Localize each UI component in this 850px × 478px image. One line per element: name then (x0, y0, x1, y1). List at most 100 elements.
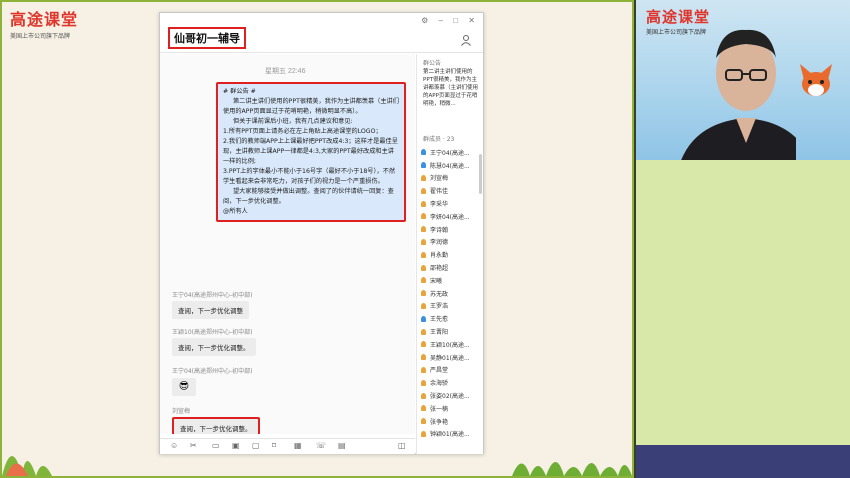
person-icon (421, 174, 426, 181)
message-sender: 王宁04(高途郑州中心-初中部) (172, 292, 253, 299)
group-title: 仙哥初一辅导 (168, 27, 246, 49)
member-name: 吴静01(高途... (430, 354, 470, 362)
history-icon[interactable]: ◫ (398, 441, 406, 450)
member-name: 李润德 (430, 239, 449, 247)
member-scrollbar[interactable] (479, 154, 482, 194)
member-name: 陈慧04(高途... (430, 162, 470, 170)
chat-window: 仙哥初一辅导 ⚙ – □ ✕ 星期五 22:46 # 群公告 # 第二讲主讲们使… (159, 12, 484, 454)
member-item[interactable]: 翟伟佳 (421, 184, 483, 197)
member-item[interactable]: 王罗浩 (421, 300, 483, 313)
notice-line: 望大家能够接受并做出调整。查阅了的伙伴请统一回复：查阅，下一步优化调整。 (223, 188, 394, 205)
message-bubble-highlighted[interactable]: 查阅，下一步优化调整。 (172, 417, 260, 434)
notice-label: 群公告 (423, 60, 442, 67)
member-item[interactable]: 钟颖01(高途... (421, 428, 483, 441)
brand-subtitle: 美国上市公司旗下品牌 (10, 33, 71, 40)
close-icon[interactable]: ✕ (468, 16, 475, 25)
fox-mascot (800, 64, 832, 96)
member-item[interactable]: 陈慧04(高途... (421, 159, 483, 172)
member-item[interactable]: 苏无政 (421, 287, 483, 300)
person-icon (421, 392, 426, 399)
message-area[interactable]: 星期五 22:46 # 群公告 # 第二讲主讲们使用的PPT很精美，我作为主讲都… (160, 54, 415, 434)
person-icon (421, 405, 426, 412)
member-item[interactable]: 余海骄 (421, 376, 483, 389)
message-bubble[interactable]: 查阅，下一步优化调整。 (172, 338, 256, 356)
member-item[interactable]: 王颖10(高途... (421, 338, 483, 351)
member-item[interactable]: 李采华 (421, 197, 483, 210)
member-name: 邵艳超 (430, 265, 449, 273)
person-icon (421, 264, 426, 271)
member-name: 王晋阳 (430, 329, 449, 337)
screen-icon[interactable]: ▢ (252, 441, 260, 450)
member-name: 王宁04(高途... (430, 149, 470, 157)
member-item[interactable]: 李润德 (421, 236, 483, 249)
member-name: 严昌堂 (430, 367, 449, 375)
person-icon (421, 238, 426, 245)
chat-titlebar: 仙哥初一辅导 ⚙ – □ ✕ (160, 13, 483, 53)
person-icon (421, 354, 426, 361)
message-bubble[interactable]: 查阅，下一步优化调整 (172, 301, 249, 319)
person-icon (421, 200, 426, 207)
member-item[interactable]: 张争艳 (421, 415, 483, 428)
member-item[interactable]: 刘宣梅 (421, 172, 483, 185)
member-item[interactable]: 肖永勤 (421, 248, 483, 261)
member-item[interactable]: 李妍04(高途... (421, 210, 483, 223)
person-icon (421, 251, 426, 258)
member-name: 王颖10(高途... (430, 341, 470, 349)
member-item[interactable]: 宋曦 (421, 274, 483, 287)
notice-line: 2.我们的教师端APP上上课最好把PPT改成4:3；这样才是最佳呈现，主讲教师上… (223, 138, 398, 165)
member-name: 肖永勤 (430, 252, 449, 260)
member-item[interactable]: 张一楠 (421, 402, 483, 415)
phone-icon[interactable]: ☏ (316, 441, 326, 450)
emoji-message[interactable]: 😎 (172, 378, 196, 396)
image-icon[interactable]: ▣ (232, 441, 240, 450)
person-icon (421, 149, 426, 156)
group-members-icon[interactable] (461, 35, 471, 46)
member-item[interactable]: 李诗翰 (421, 223, 483, 236)
file-icon[interactable]: ⌑ (272, 441, 276, 450)
member-item[interactable]: 张姿02(高途... (421, 389, 483, 402)
person-icon (421, 290, 426, 297)
person-icon (421, 302, 426, 309)
settings-icon[interactable]: ⚙ (421, 16, 428, 25)
cam-background (636, 160, 850, 445)
members-label: 群成员 · 23 (423, 136, 455, 143)
member-list: 王宁04(高途... 陈慧04(高途... 刘宣梅 翟伟佳李采华 李妍04(高途... 李… (421, 146, 483, 440)
person-icon (421, 418, 426, 425)
member-name: 张争艳 (430, 418, 449, 426)
member-name: 刘宣梅 (430, 175, 449, 183)
minimize-icon[interactable]: – (439, 16, 443, 25)
webcam-panel: 高途课堂 美国上市公司旗下品牌 (636, 0, 850, 478)
window-controls: ⚙ – □ ✕ (413, 16, 475, 25)
notice-preview[interactable]: 第二讲主讲们使用的PPT很精美，我作为主讲都羡慕（主讲们使用的APP页面显过于花… (423, 68, 481, 108)
grass-decoration-right (512, 462, 632, 476)
grid-icon[interactable]: ▦ (294, 441, 302, 450)
message-timestamp: 星期五 22:46 (265, 68, 306, 75)
member-name: 苏无政 (430, 290, 449, 298)
person-icon (421, 162, 426, 169)
maximize-icon[interactable]: □ (453, 16, 458, 25)
member-item[interactable]: 邵艳超 (421, 261, 483, 274)
member-name: 李诗翰 (430, 226, 449, 234)
member-item[interactable]: 王晋阳 (421, 325, 483, 338)
chat-icon[interactable]: ▤ (338, 441, 346, 450)
notice-line: 3.PPT上的字体最小不能小于16号字（最好不小于18号），不然学生看起来会非常… (223, 168, 396, 185)
cam-footer (636, 445, 850, 478)
person-icon (421, 366, 426, 373)
person-icon (421, 341, 426, 348)
smile-icon[interactable]: ☺ (170, 441, 178, 450)
group-notice-message: # 群公告 # 第二讲主讲们使用的PPT很精美，我作为主讲都羡慕（主讲们使用的A… (216, 82, 406, 222)
message-sender: 王颖10(高途郑州中心-初中部) (172, 329, 253, 336)
folder-icon[interactable]: ▭ (212, 441, 220, 450)
person-icon (421, 187, 426, 194)
member-item[interactable]: 严昌堂 (421, 364, 483, 377)
person-icon (421, 430, 426, 437)
member-name: 李采华 (430, 201, 449, 209)
scissors-icon[interactable]: ✂ (190, 441, 197, 450)
member-item[interactable]: 王宁04(高途... (421, 146, 483, 159)
member-name: 张姿02(高途... (430, 393, 470, 401)
notice-mention: @所有人 (223, 208, 248, 215)
person-icon (421, 213, 426, 220)
notice-line: 第二讲主讲们使用的PPT很精美，我作为主讲都羡慕（主讲们使用的APP页面显过于花… (223, 98, 399, 115)
member-item[interactable]: 吴静01(高途... (421, 351, 483, 364)
member-item[interactable]: 王先愈 (421, 312, 483, 325)
